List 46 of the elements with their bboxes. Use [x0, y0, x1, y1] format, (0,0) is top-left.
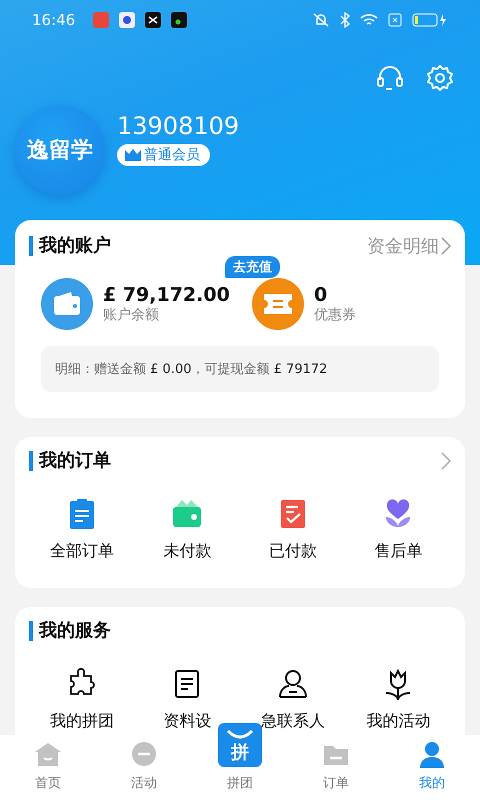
menu-item-label[interactable]: 我的拼团 — [50, 711, 114, 732]
bluetooth-icon — [340, 12, 350, 28]
funds-detail-link[interactable]: 资金明细 — [367, 234, 451, 258]
menu-item-label[interactable]: 售后单 — [374, 541, 422, 562]
tab-item[interactable]: 我的 — [384, 735, 480, 800]
menu-item-label[interactable]: 已付款 — [268, 541, 317, 562]
app-notification-icon — [145, 12, 162, 28]
ticket-icon — [263, 293, 293, 315]
wifi-icon — [360, 13, 378, 27]
chevron-right-icon — [441, 452, 451, 470]
avatar-logo[interactable]: 逸留学 — [15, 105, 105, 195]
app-notification-icon — [171, 12, 188, 28]
tab-item[interactable]: 拼团 — [192, 774, 288, 800]
tab-item[interactable]: 活动 — [96, 735, 192, 800]
membership-label: 普通会员 — [144, 146, 200, 164]
headset-icon[interactable] — [376, 64, 404, 92]
tab-item[interactable]: 首页 — [0, 735, 96, 800]
mute-icon — [312, 12, 330, 28]
section-title: 我的账户 — [29, 236, 111, 256]
menu-item-label[interactable]: 我的活动 — [366, 711, 430, 732]
crown-icon — [125, 149, 141, 161]
wallet-icon — [53, 292, 81, 316]
no-sim-icon — [388, 13, 402, 27]
menu-item-label[interactable]: 未付款 — [163, 541, 212, 562]
status-time: 16:46 — [32, 11, 76, 29]
stat-label: 账户余额 — [103, 306, 160, 324]
app-notification-icon — [93, 12, 110, 28]
person-icon — [417, 740, 447, 770]
chevron-right-icon — [441, 237, 451, 255]
section-title: 我的订单 — [29, 451, 111, 471]
group-buy-icon[interactable]: 拼 — [218, 723, 262, 767]
stat-value: 0 — [314, 284, 328, 306]
battery-charging-icon — [412, 13, 448, 27]
menu-item-label[interactable]: 全部订单 — [50, 541, 114, 562]
smile-arc-icon — [226, 730, 254, 740]
balance-detail: 明细：赠送金额 £ 0.00，可提现金额 £ 79172 — [41, 346, 439, 392]
stat-label: 优惠券 — [314, 306, 356, 324]
user-phone: 13908109 — [117, 112, 240, 140]
app-notification-icon — [119, 12, 136, 28]
tab-item[interactable]: 订单 — [288, 735, 384, 800]
menu-item-label[interactable]: 资料设 — [163, 711, 212, 732]
section-title: 我的服务 — [29, 621, 111, 641]
recharge-button[interactable]: 去充值 — [225, 256, 280, 278]
menu-item-label[interactable]: 急联系人 — [260, 711, 325, 732]
settings-icon[interactable] — [426, 64, 454, 92]
stat-value: £ 79,172.00 — [103, 284, 230, 306]
